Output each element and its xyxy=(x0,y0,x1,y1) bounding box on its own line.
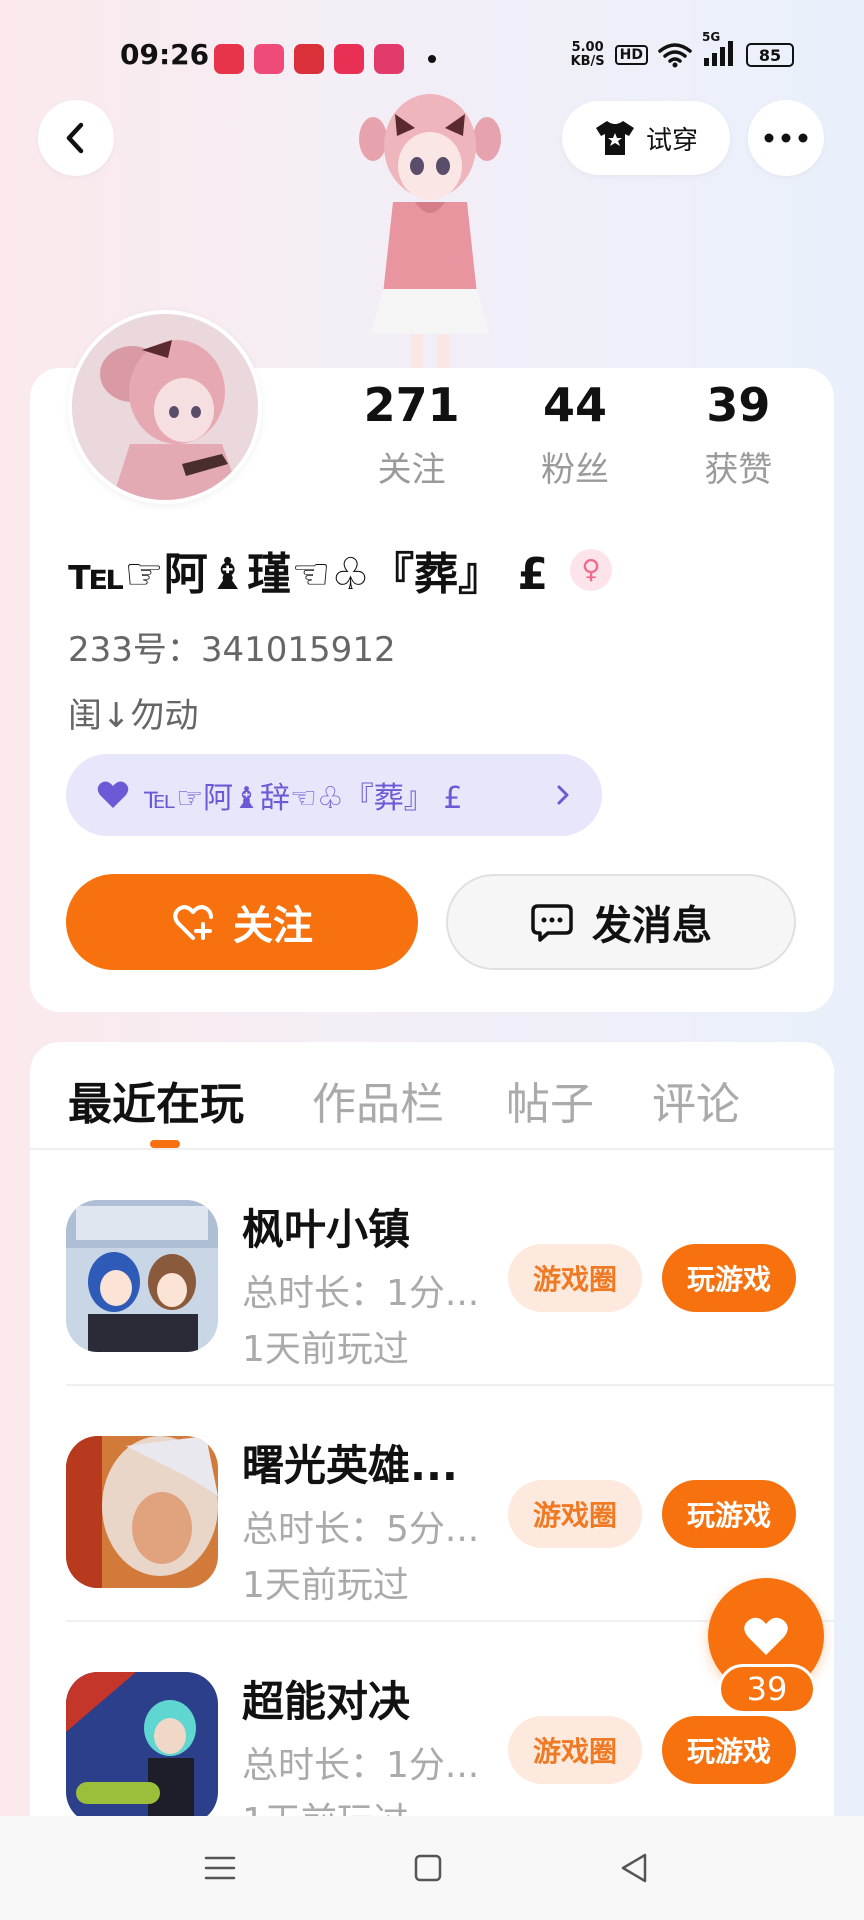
content-card: 最近在玩 作品栏 帖子 评论 枫叶小镇 总时长：1分... 1天前玩过 游戏圈 … xyxy=(30,1042,834,1862)
status-time: 09:26 xyxy=(120,38,210,71)
tab-recently-played[interactable]: 最近在玩 xyxy=(68,1068,244,1132)
game-duration: 总时长：5分... xyxy=(242,1509,480,1550)
app-notification-icon xyxy=(254,44,284,74)
game-circle-button[interactable]: 游戏圈 xyxy=(508,1480,642,1548)
game-icon[interactable] xyxy=(66,1436,218,1588)
app-notification-icon xyxy=(374,44,404,74)
active-tab-indicator xyxy=(150,1140,180,1148)
stat-likes[interactable]: 39 获赞 xyxy=(657,376,820,491)
game-cover-image xyxy=(66,1672,218,1824)
status-indicators: 5.00 KB/S HD 5G 85 xyxy=(571,30,794,70)
user-bio: 闺↓勿动 xyxy=(68,696,199,736)
home-nav-button[interactable] xyxy=(410,1850,446,1886)
game-icon[interactable] xyxy=(66,1672,218,1824)
play-game-button[interactable]: 玩游戏 xyxy=(662,1244,796,1312)
stat-value: 39 xyxy=(706,378,771,432)
user-avatar[interactable] xyxy=(68,310,262,504)
status-notification-icons xyxy=(214,44,436,74)
back-button[interactable] xyxy=(38,100,114,176)
tab-posts[interactable]: 帖子 xyxy=(506,1068,594,1132)
stat-following[interactable]: 271 关注 xyxy=(330,376,493,491)
like-count-badge: 39 xyxy=(718,1664,816,1714)
app-notification-icon xyxy=(334,44,364,74)
game-title: 曙光英雄... xyxy=(242,1441,458,1490)
tab-comments[interactable]: 评论 xyxy=(652,1068,740,1132)
stat-fans[interactable]: 44 粉丝 xyxy=(493,376,656,491)
user-id: 233号：341015912 xyxy=(68,630,396,670)
game-last-played: 1天前玩过 xyxy=(242,1329,409,1370)
cellular-signal: 5G xyxy=(702,30,736,70)
tshirt-icon xyxy=(595,121,634,155)
system-nav-bar xyxy=(0,1816,864,1920)
try-on-label: 试穿 xyxy=(645,125,698,156)
stat-label: 获赞 xyxy=(704,450,773,490)
game-cover-image xyxy=(66,1436,218,1588)
nickname-text: ℡☞阿♝瑾☜♧『葬』 £ xyxy=(68,549,549,600)
play-game-button[interactable]: 玩游戏 xyxy=(662,1480,796,1548)
chat-bubble-icon xyxy=(531,904,573,942)
app-notification-icon xyxy=(214,44,244,74)
game-circle-button[interactable]: 游戏圈 xyxy=(508,1244,642,1312)
triangle-back-icon xyxy=(621,1853,647,1883)
avatar-image xyxy=(72,314,258,500)
hamburger-menu-icon xyxy=(204,1856,236,1880)
network-type: 5G xyxy=(702,30,721,44)
try-on-button[interactable]: 试穿 xyxy=(562,101,730,175)
send-message-button[interactable]: 发消息 xyxy=(446,874,796,970)
battery-indicator: 85 xyxy=(746,43,794,67)
more-notifications-dot-icon xyxy=(428,55,436,63)
chevron-left-icon xyxy=(66,122,84,154)
relationship-link-pill[interactable]: ℡☞阿♝辞☜♧『葬』 £ xyxy=(66,754,602,836)
game-duration: 总时长：1分... xyxy=(242,1273,480,1314)
profile-stats: 271 关注 44 粉丝 39 获赞 xyxy=(330,376,820,491)
stat-label: 粉丝 xyxy=(540,450,609,490)
net-speed-unit: KB/S xyxy=(570,54,605,69)
back-nav-button[interactable] xyxy=(616,1850,652,1886)
menu-nav-button[interactable] xyxy=(202,1850,238,1886)
game-icon[interactable] xyxy=(66,1200,218,1352)
heart-icon xyxy=(744,1617,788,1655)
user-nickname: ℡☞阿♝瑾☜♧『葬』 £ ♀ xyxy=(68,538,613,602)
game-list-item[interactable]: 枫叶小镇 总时长：1分... 1天前玩过 游戏圈 玩游戏 xyxy=(30,1150,834,1386)
game-cover-image xyxy=(66,1200,218,1352)
net-speed: 5.00 KB/S xyxy=(571,41,605,69)
game-circle-button[interactable]: 游戏圈 xyxy=(508,1716,642,1784)
follow-label: 关注 xyxy=(233,903,313,949)
stat-label: 关注 xyxy=(377,450,446,490)
send-message-label: 发消息 xyxy=(592,903,712,949)
square-home-icon xyxy=(414,1854,442,1882)
female-gender-icon: ♀ xyxy=(570,549,613,591)
game-duration: 总时长：1分... xyxy=(242,1745,480,1786)
wifi-icon xyxy=(658,43,692,68)
net-speed-value: 5.00 xyxy=(571,40,604,55)
chevron-right-icon xyxy=(557,785,569,805)
game-title: 超能对决 xyxy=(242,1677,411,1726)
relationship-link-text: ℡☞阿♝辞☜♧『葬』 £ xyxy=(144,781,463,816)
stat-value: 271 xyxy=(363,378,460,432)
hd-badge: HD xyxy=(614,45,648,65)
profile-tabs: 最近在玩 作品栏 帖子 评论 xyxy=(30,1042,834,1150)
play-game-button[interactable]: 玩游戏 xyxy=(662,1716,796,1784)
game-list-item[interactable]: 曙光英雄... 总时长：5分... 1天前玩过 游戏圈 玩游戏 xyxy=(30,1386,834,1622)
tab-works[interactable]: 作品栏 xyxy=(312,1068,444,1132)
more-dots-icon xyxy=(764,133,808,143)
game-last-played: 1天前玩过 xyxy=(242,1565,409,1606)
game-title: 枫叶小镇 xyxy=(242,1205,411,1254)
avatar-character-figure[interactable] xyxy=(355,84,505,370)
heart-icon xyxy=(97,781,129,808)
more-options-button[interactable] xyxy=(748,100,824,176)
follow-button[interactable]: 关注 xyxy=(66,874,418,970)
app-notification-icon xyxy=(294,44,324,74)
heart-plus-icon xyxy=(173,905,213,940)
stat-value: 44 xyxy=(542,378,607,432)
